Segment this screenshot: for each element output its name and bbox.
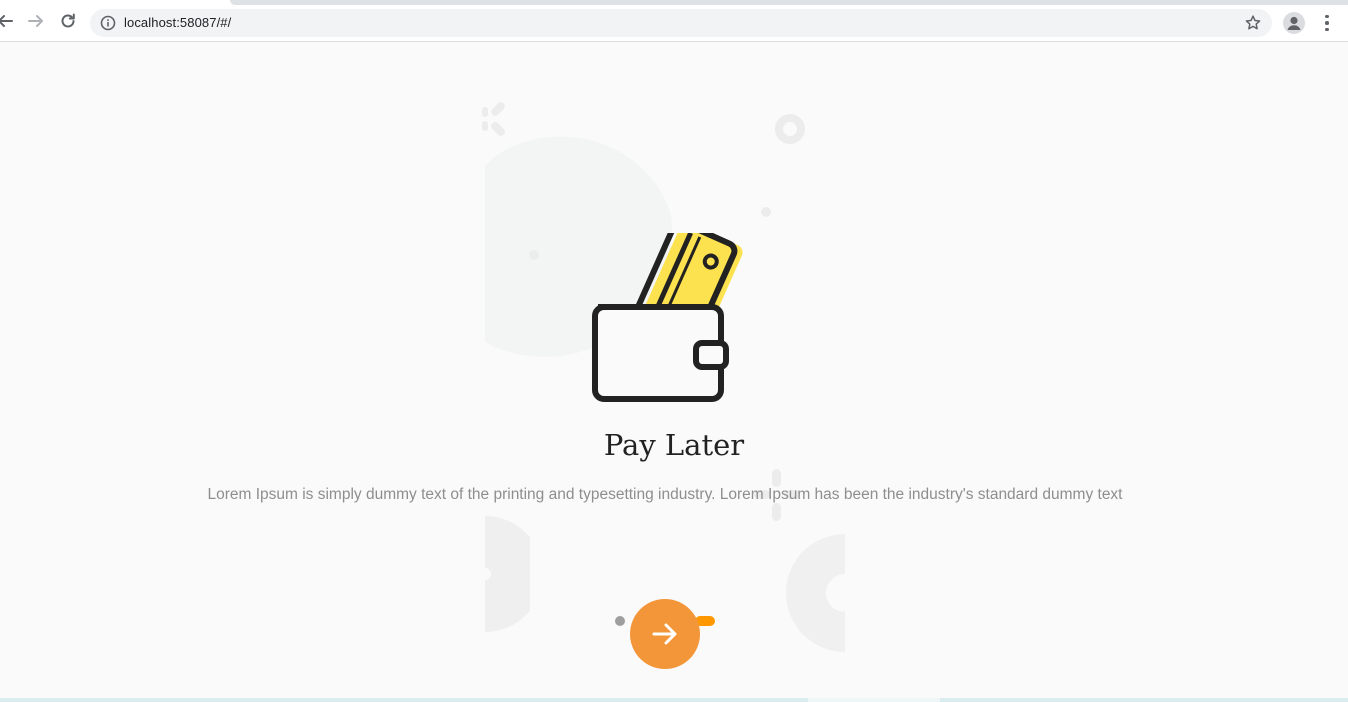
half-ring-decoration [786,534,845,652]
browser-toolbar: localhost:58087/#/ [0,0,1348,42]
kebab-dot [1325,14,1329,19]
star-icon[interactable] [1244,14,1262,32]
address-url[interactable]: localhost:58087/#/ [124,15,231,31]
browser-menu-button[interactable] [1317,12,1337,34]
arrow-right-icon [28,15,43,27]
address-bar[interactable]: localhost:58087/#/ [90,9,1272,37]
page-description: Lorem Ipsum is simply dummy text of the … [207,486,1123,503]
arrow-right-icon [652,623,677,645]
scroll-thumb [808,698,940,702]
reload-button[interactable] [57,10,79,32]
person-icon [1287,16,1301,30]
back-button[interactable] [0,10,16,32]
ring-decoration [775,114,805,144]
page-title: Pay Later [603,428,745,462]
forward-button[interactable] [25,10,47,32]
wallet-card-icon [592,233,743,402]
dot-decoration [761,207,771,217]
pagination-dot-1[interactable] [615,616,625,626]
profile-button[interactable] [1283,12,1305,34]
next-button[interactable] [630,599,700,669]
kebab-dot [1325,27,1329,32]
kebab-dot [1325,21,1329,25]
scroll-indicator [0,698,1348,702]
tab-strip [230,0,1348,5]
dot-decoration [529,250,539,260]
reload-icon [61,13,75,28]
info-icon[interactable] [100,15,116,31]
onboarding-screen: Pay Later Lorem Ipsum is simply dummy te… [0,43,1348,702]
arrow-left-icon [0,15,13,27]
half-ring-decoration [485,516,530,632]
